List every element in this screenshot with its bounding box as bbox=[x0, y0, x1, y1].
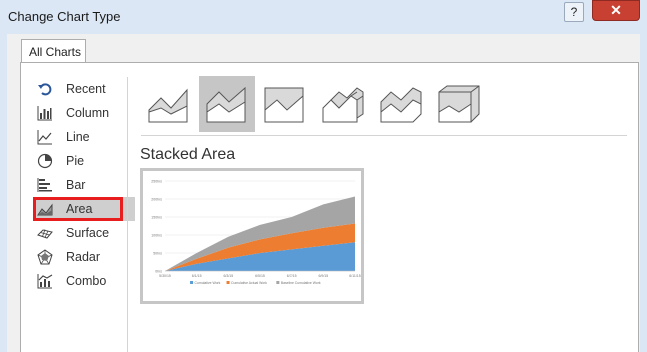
help-button[interactable]: ? bbox=[564, 2, 584, 22]
x-tick-label: 6/9/15 bbox=[318, 274, 328, 278]
chart-type-label: Line bbox=[66, 130, 90, 144]
chart-subtypes bbox=[141, 76, 489, 132]
x-tick-label: 6/5/15 bbox=[255, 274, 265, 278]
subtype-area[interactable] bbox=[141, 76, 197, 132]
tab-panel: Recent Column Line Pie Bar Area Surface … bbox=[20, 62, 639, 352]
chart-type-label: Pie bbox=[66, 154, 85, 168]
area-icon bbox=[148, 88, 188, 123]
3d-stacked-area-icon bbox=[380, 87, 422, 123]
y-tick-label: 0hrs bbox=[155, 270, 162, 274]
subtype-100-stacked-area[interactable] bbox=[257, 76, 313, 132]
chart-type-label: Column bbox=[66, 106, 110, 120]
100-stacked-area-icon bbox=[264, 87, 304, 123]
chart-type-surface[interactable]: Surface bbox=[35, 221, 135, 245]
legend-label: Cumulative Work bbox=[195, 281, 221, 285]
tab-all-charts[interactable]: All Charts bbox=[21, 39, 86, 63]
combo-chart-icon bbox=[37, 274, 53, 289]
y-tick-label: 200hrs bbox=[151, 198, 162, 202]
y-tick-label: 100hrs bbox=[151, 234, 162, 238]
subtype-stacked-area[interactable] bbox=[199, 76, 255, 132]
subtype-3d-100-stacked-area[interactable] bbox=[431, 76, 487, 132]
x-tick-label: 6/7/15 bbox=[287, 274, 297, 278]
pie-chart-icon bbox=[37, 153, 53, 169]
chart-type-column[interactable]: Column bbox=[35, 101, 135, 125]
legend-label: Baseline Cumulative Work bbox=[281, 281, 321, 285]
subtype-3d-stacked-area[interactable] bbox=[373, 76, 429, 132]
chart-type-recent[interactable]: Recent bbox=[35, 77, 135, 101]
chart-type-combo[interactable]: Combo bbox=[35, 269, 135, 293]
chart-type-label: Radar bbox=[66, 250, 101, 264]
chart-type-label: Recent bbox=[66, 82, 106, 96]
column-chart-icon bbox=[37, 106, 52, 121]
legend-swatch bbox=[226, 281, 230, 284]
x-tick-label: 5/30/15 bbox=[159, 274, 171, 278]
3d-100-stacked-area-icon bbox=[438, 85, 480, 123]
stacked-area-icon bbox=[206, 86, 246, 123]
chart-type-bar[interactable]: Bar bbox=[35, 173, 135, 197]
chart-type-label: Bar bbox=[66, 178, 86, 192]
dialog-body: All Charts Recent Column Line Pie Bar Ar… bbox=[7, 34, 640, 352]
list-divider bbox=[127, 77, 128, 352]
line-chart-icon bbox=[37, 130, 52, 145]
legend-swatch bbox=[276, 281, 280, 284]
chart-type-list: Recent Column Line Pie Bar Area Surface … bbox=[33, 77, 135, 293]
3d-area-icon bbox=[322, 87, 364, 123]
bar-chart-icon bbox=[37, 178, 52, 192]
y-tick-label: 150hrs bbox=[151, 216, 162, 220]
y-tick-label: 250hrs bbox=[151, 180, 162, 184]
close-button[interactable]: ✕ bbox=[592, 0, 640, 21]
subtype-3d-area[interactable] bbox=[315, 76, 371, 132]
legend-label: Cumulative Actual Work bbox=[231, 281, 267, 285]
chart-preview[interactable]: 0hrs 50hrs 100hrs 150hrs 200hrs 250hrs 5/30/15… bbox=[140, 168, 364, 304]
surface-chart-icon bbox=[37, 229, 53, 239]
window-title: Change Chart Type bbox=[8, 9, 121, 24]
chart-type-line[interactable]: Line bbox=[35, 125, 135, 149]
x-tick-label: 6/1/15 bbox=[192, 274, 202, 278]
x-tick-label: 6/11/15 bbox=[349, 274, 360, 278]
preview-chart: 0hrs 50hrs 100hrs 150hrs 200hrs 250hrs 5/30/15… bbox=[151, 180, 360, 285]
selection-highlight bbox=[33, 197, 123, 221]
chart-type-area[interactable]: Area bbox=[33, 197, 135, 221]
chart-type-radar[interactable]: Radar bbox=[35, 245, 135, 269]
radar-chart-icon bbox=[37, 249, 53, 265]
dialog-frame: All Charts Recent Column Line Pie Bar Ar… bbox=[0, 34, 647, 352]
chart-type-label: Surface bbox=[66, 226, 110, 240]
x-tick-label: 6/3/15 bbox=[223, 274, 233, 278]
subtype-title: Stacked Area bbox=[140, 146, 236, 163]
legend-swatch bbox=[190, 281, 194, 284]
chart-type-pie[interactable]: Pie bbox=[35, 149, 135, 173]
recent-icon bbox=[38, 83, 52, 96]
title-bar: Change Chart Type ? ✕ bbox=[0, 0, 647, 34]
y-tick-label: 50hrs bbox=[153, 252, 162, 256]
chart-type-label: Combo bbox=[66, 274, 107, 288]
subtype-divider bbox=[141, 135, 627, 136]
